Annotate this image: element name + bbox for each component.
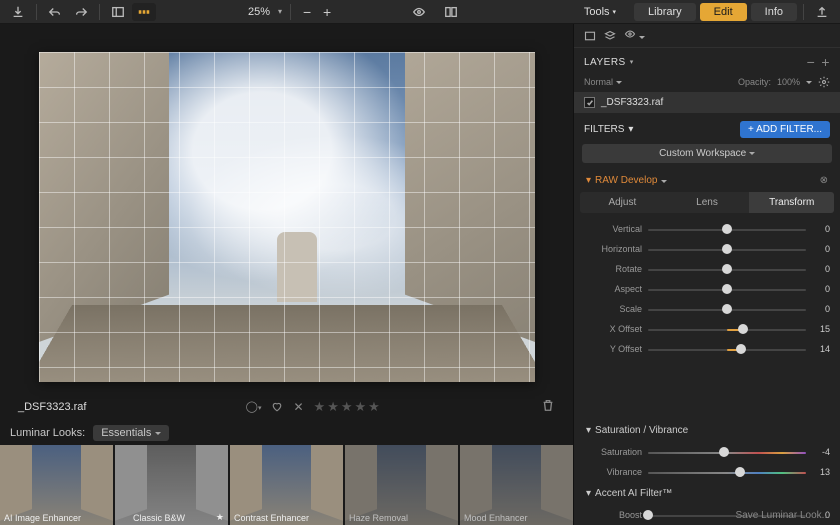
zoom-out-button[interactable]: −: [299, 4, 315, 20]
add-layer-icon[interactable]: +: [821, 54, 830, 70]
satvib-header[interactable]: ▾ Saturation / Vibrance: [580, 419, 834, 442]
blend-mode[interactable]: Normal: [584, 77, 622, 87]
layer-name: _DSF3323.raf: [601, 97, 663, 108]
import-icon[interactable]: [6, 3, 30, 21]
canvas-filename: _DSF3323.raf: [18, 401, 86, 413]
top-toolbar: 25% ▾ − + Tools▾ Library Edit Info: [0, 0, 840, 24]
mode-tabs: Tools▾ Library Edit Info: [570, 3, 797, 21]
slider-vibrance[interactable]: Vibrance13: [580, 462, 834, 482]
histogram-icon[interactable]: [584, 30, 596, 42]
layers-header[interactable]: LAYERS▾ −+: [574, 48, 840, 76]
opacity-value[interactable]: 100%: [777, 77, 800, 87]
rating-stars[interactable]: ★★★★★: [314, 399, 382, 415]
slider-vertical[interactable]: Vertical0: [580, 219, 834, 239]
collapse-icon[interactable]: −: [807, 54, 816, 70]
slider-xoffset[interactable]: X Offset15: [580, 319, 834, 339]
filters-title: FILTERS: [584, 124, 624, 135]
chevron-down-icon[interactable]: ▾: [278, 7, 282, 16]
layers-icon[interactable]: [604, 30, 616, 42]
compare-icon[interactable]: [439, 3, 463, 21]
preview-eye-icon[interactable]: [407, 3, 431, 21]
tab-tools[interactable]: Tools▾: [570, 3, 630, 21]
reject-x-icon[interactable]: ✕: [293, 400, 303, 414]
color-tag-icon[interactable]: ◯▾: [246, 400, 262, 413]
workspace-selector[interactable]: Custom Workspace: [582, 144, 832, 163]
save-look-button[interactable]: Save Luminar Look...: [736, 510, 831, 521]
look-thumb[interactable]: Mood Enhancer: [460, 445, 573, 525]
looks-thumbnails: AI Image Enhancer ★Classic B&W Contrast …: [0, 445, 573, 525]
remove-filter-icon[interactable]: ⊗: [820, 175, 828, 186]
zoom-value[interactable]: 25%: [248, 6, 270, 18]
slider-scale[interactable]: Scale0: [580, 299, 834, 319]
look-thumb[interactable]: ★Classic B&W: [115, 445, 228, 525]
canvas-column: _DSF3323.raf ◯▾ ✕ ★★★★★ Luminar Looks: E…: [0, 24, 573, 525]
opacity-label: Opacity:: [738, 77, 771, 87]
layer-row[interactable]: _DSF3323.raf: [574, 92, 840, 113]
accent-header[interactable]: ▾ Accent AI Filter™: [580, 482, 834, 505]
subtab-adjust[interactable]: Adjust: [580, 192, 665, 213]
layer-visibility-checkbox[interactable]: [584, 97, 595, 108]
look-thumb[interactable]: AI Image Enhancer: [0, 445, 113, 525]
export-icon[interactable]: [810, 3, 834, 21]
image-canvas[interactable]: [39, 52, 535, 382]
tab-tools-label: Tools: [584, 6, 610, 18]
raw-develop-header[interactable]: ▾ RAW Develop ⊗: [580, 169, 834, 192]
slider-aspect[interactable]: Aspect0: [580, 279, 834, 299]
look-thumb[interactable]: Haze Removal: [345, 445, 458, 525]
slider-saturation[interactable]: Saturation-4: [580, 442, 834, 462]
slider-rotate[interactable]: Rotate0: [580, 259, 834, 279]
look-thumb[interactable]: Contrast Enhancer: [230, 445, 343, 525]
tab-edit[interactable]: Edit: [700, 3, 747, 21]
subtab-transform[interactable]: Transform: [749, 192, 834, 213]
zoom-in-button[interactable]: +: [319, 4, 335, 20]
trash-icon[interactable]: [541, 398, 555, 415]
slider-horizontal[interactable]: Horizontal0: [580, 239, 834, 259]
undo-icon[interactable]: [43, 3, 67, 21]
right-panel: LAYERS▾ −+ Normal Opacity: 100% _DSF3323…: [573, 24, 840, 525]
tab-info[interactable]: Info: [751, 3, 797, 21]
looks-label: Luminar Looks:: [10, 427, 85, 439]
gear-icon[interactable]: [818, 76, 830, 88]
tab-library[interactable]: Library: [634, 3, 696, 21]
looks-category[interactable]: Essentials: [93, 425, 169, 441]
raw-subtabs: Adjust Lens Transform: [580, 192, 834, 213]
filmstrip-toggle-icon[interactable]: [132, 3, 156, 21]
zoom-control: 25% ▾ − +: [248, 4, 335, 20]
redo-icon[interactable]: [69, 3, 93, 21]
favorite-heart-icon[interactable]: [271, 401, 283, 413]
visibility-dropdown-icon[interactable]: [624, 28, 645, 43]
sidebar-toggle-icon[interactable]: [106, 3, 130, 21]
subtab-lens[interactable]: Lens: [665, 192, 750, 213]
slider-yoffset[interactable]: Y Offset14: [580, 339, 834, 359]
add-filter-button[interactable]: + Add Filter...: [740, 121, 830, 138]
